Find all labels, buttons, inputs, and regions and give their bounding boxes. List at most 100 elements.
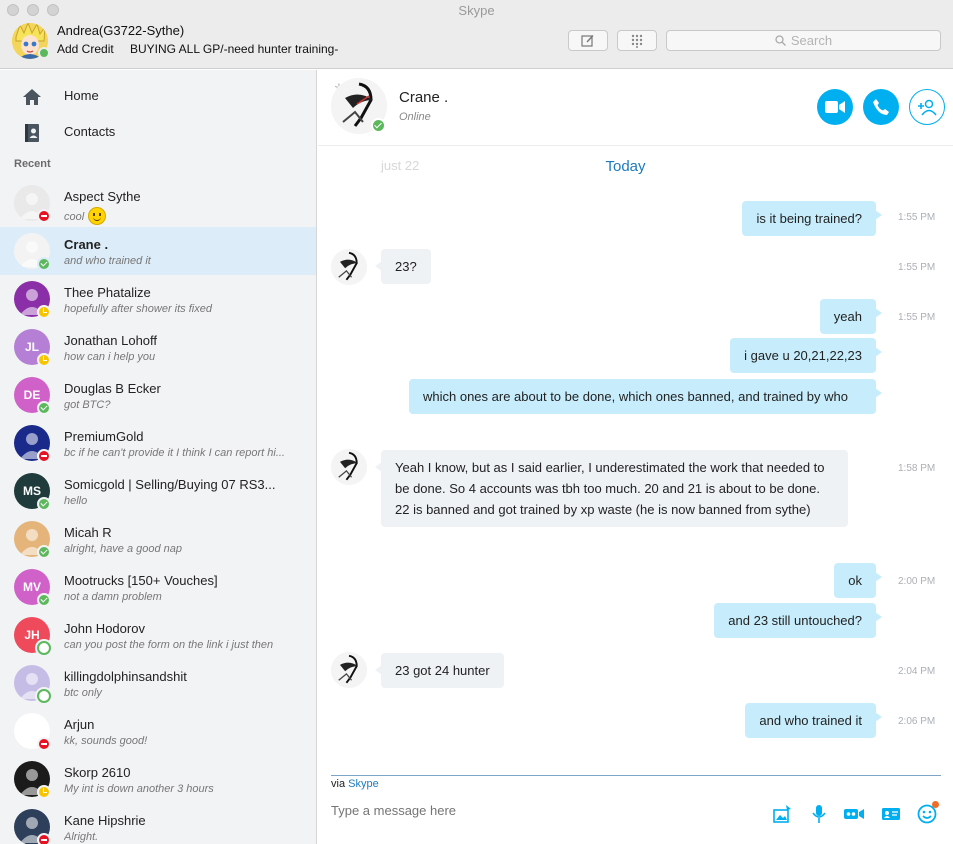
via-skype-link[interactable]: Skype (348, 778, 379, 790)
incoming-message[interactable]: Yeah I know, but as I said earlier, I un… (375, 450, 848, 527)
contact-last-message: kk, sounds good! (64, 735, 304, 747)
message-history[interactable]: just 22 Today is it being trained? 1:55 … (318, 147, 953, 775)
outgoing-message[interactable]: is it being trained? (742, 201, 882, 236)
video-camera-icon (825, 101, 845, 113)
contact-last-message: hello (64, 495, 304, 507)
compose-icon (581, 35, 594, 47)
window-title: Skype (458, 3, 495, 18)
presence-online-indicator (37, 497, 51, 511)
search-icon (775, 35, 786, 46)
dial-pad-button[interactable] (617, 30, 657, 51)
contact-name: John Hodorov (64, 621, 145, 636)
sidebar-item-home[interactable]: Home (0, 79, 316, 111)
contact-name: Arjun (64, 717, 95, 732)
contact-list-item[interactable]: MS Somicgold | Selling/Buying 07 RS3... he… (0, 467, 316, 515)
outgoing-message[interactable]: and 23 still untouched? (714, 603, 882, 638)
outgoing-message[interactable]: ok (834, 563, 882, 598)
contact-list-item[interactable]: JH John Hodorov can you post the form on t… (0, 611, 316, 659)
send-file-button[interactable] (771, 803, 793, 825)
message-timestamp: 2:04 PM (898, 666, 936, 677)
add-credit-link[interactable]: Add Credit (57, 42, 114, 56)
contact-last-message: how can i help you (64, 351, 304, 363)
sidebar-item-label: Home (64, 87, 99, 103)
presence-online-indicator (37, 593, 51, 607)
mood-message[interactable]: BUYING ALL GP/-need hunter training- (130, 42, 338, 56)
contact-last-message: alright, have a good nap (64, 543, 304, 555)
last-message-text: Alright. (64, 831, 99, 843)
contacts-icon (25, 124, 39, 142)
presence-dnd-indicator (37, 737, 51, 751)
contact-list-item[interactable]: PremiumGold bc if he can't provide it I t… (0, 419, 316, 467)
presence-dnd-indicator (37, 209, 51, 223)
contact-initials: MV (23, 580, 41, 594)
incoming-message[interactable]: 23? (375, 249, 431, 284)
contact-list-item[interactable]: Micah R alright, have a good nap (0, 515, 316, 563)
last-message-text: alright, have a good nap (64, 543, 183, 555)
contact-message-avatar (331, 652, 367, 688)
contact-name: Thee Phatalize (64, 285, 151, 300)
dial-pad-icon (631, 34, 643, 48)
message-timestamp: 2:06 PM (898, 716, 936, 727)
last-message-text: not a damn problem (64, 591, 162, 603)
add-participants-button[interactable] (909, 89, 945, 125)
last-message-text: kk, sounds good! (64, 735, 148, 747)
contact-message-avatar (331, 449, 367, 485)
contact-list-item[interactable]: Skorp 2610 My int is down another 3 hours (0, 755, 316, 803)
presence-away-indicator (37, 305, 51, 319)
last-message-text: got BTC? (64, 399, 111, 411)
video-message-icon (844, 809, 864, 819)
contact-name: Mootrucks [150+ Vouches] (64, 573, 218, 588)
new-conversation-button[interactable] (568, 30, 608, 51)
contact-list-item[interactable]: MV Mootrucks [150+ Vouches] not a damn pro… (0, 563, 316, 611)
message-input[interactable] (331, 803, 761, 818)
microphone-icon (812, 805, 826, 823)
contact-initials: JL (24, 340, 39, 354)
contact-name: Aspect Sythe (64, 189, 141, 204)
contact-list-item[interactable]: JL Jonathan Lohoff how can i help you (0, 323, 316, 371)
profile-name[interactable]: Andrea(G3722-Sythe) (57, 23, 184, 38)
sidebar-item-contacts[interactable]: Contacts (0, 115, 316, 147)
contact-last-message: can you post the form on the link i just… (64, 639, 304, 651)
contact-last-message: bc if he can't provide it I think I can … (64, 447, 304, 459)
send-contacts-button[interactable] (880, 803, 902, 825)
video-call-button[interactable] (817, 89, 853, 125)
presence-online-indicator (37, 257, 51, 271)
emoticon-picker-button[interactable] (916, 801, 939, 825)
presence-away-indicator (37, 785, 51, 799)
voice-message-button[interactable] (808, 803, 830, 825)
video-message-button[interactable] (843, 803, 865, 825)
outgoing-message[interactable]: and who trained it (745, 703, 882, 738)
contact-list-item[interactable]: Kane Hipshrie Alright. (0, 803, 316, 844)
contact-name: Kane Hipshrie (64, 813, 146, 828)
outgoing-message[interactable]: yeah (819, 299, 883, 334)
last-message-text: and who trained it (64, 255, 151, 267)
contact-list-item[interactable]: Thee Phatalize hopefully after shower its… (0, 275, 316, 323)
outgoing-message[interactable]: which ones are about to be done, which o… (409, 379, 882, 414)
contact-last-message: Alright. (64, 831, 304, 843)
contact-list-item[interactable]: Aspect Sythe cool (0, 179, 316, 227)
search-input[interactable]: Search (666, 30, 941, 51)
contact-last-message: My int is down another 3 hours (64, 783, 304, 795)
contact-list-item[interactable]: DE Douglas B Ecker got BTC? (0, 371, 316, 419)
last-message-text: can you post the form on the link i just… (64, 639, 274, 651)
via-prefix: via (331, 778, 346, 790)
contact-last-message: got BTC? (64, 399, 304, 411)
contact-name[interactable]: Crane . (399, 89, 448, 106)
last-message-text: bc if he can't provide it I think I can … (64, 447, 285, 459)
contact-online-indicator (371, 118, 386, 133)
presence-dnd-indicator (37, 449, 51, 463)
audio-call-button[interactable] (863, 89, 899, 125)
contact-list-item[interactable]: Crane . and who trained it (0, 227, 316, 275)
phone-icon (873, 99, 889, 115)
smile-emoticon-icon (88, 207, 107, 225)
incoming-message[interactable]: 23 got 24 hunter (375, 653, 504, 688)
contact-name: PremiumGold (64, 429, 144, 444)
sidebar-item-label: Contacts (64, 123, 116, 139)
contact-name: killingdolphinsandshit (64, 669, 187, 684)
contact-last-message: btc only (64, 687, 304, 699)
presence-online-indicator (37, 545, 51, 559)
contact-list-item[interactable]: Arjun kk, sounds good! (0, 707, 316, 755)
outgoing-message[interactable]: i gave u 20,21,22,23 (730, 338, 882, 373)
message-timestamp: 1:55 PM (898, 262, 936, 273)
contact-list-item[interactable]: killingdolphinsandshit btc only (0, 659, 316, 707)
